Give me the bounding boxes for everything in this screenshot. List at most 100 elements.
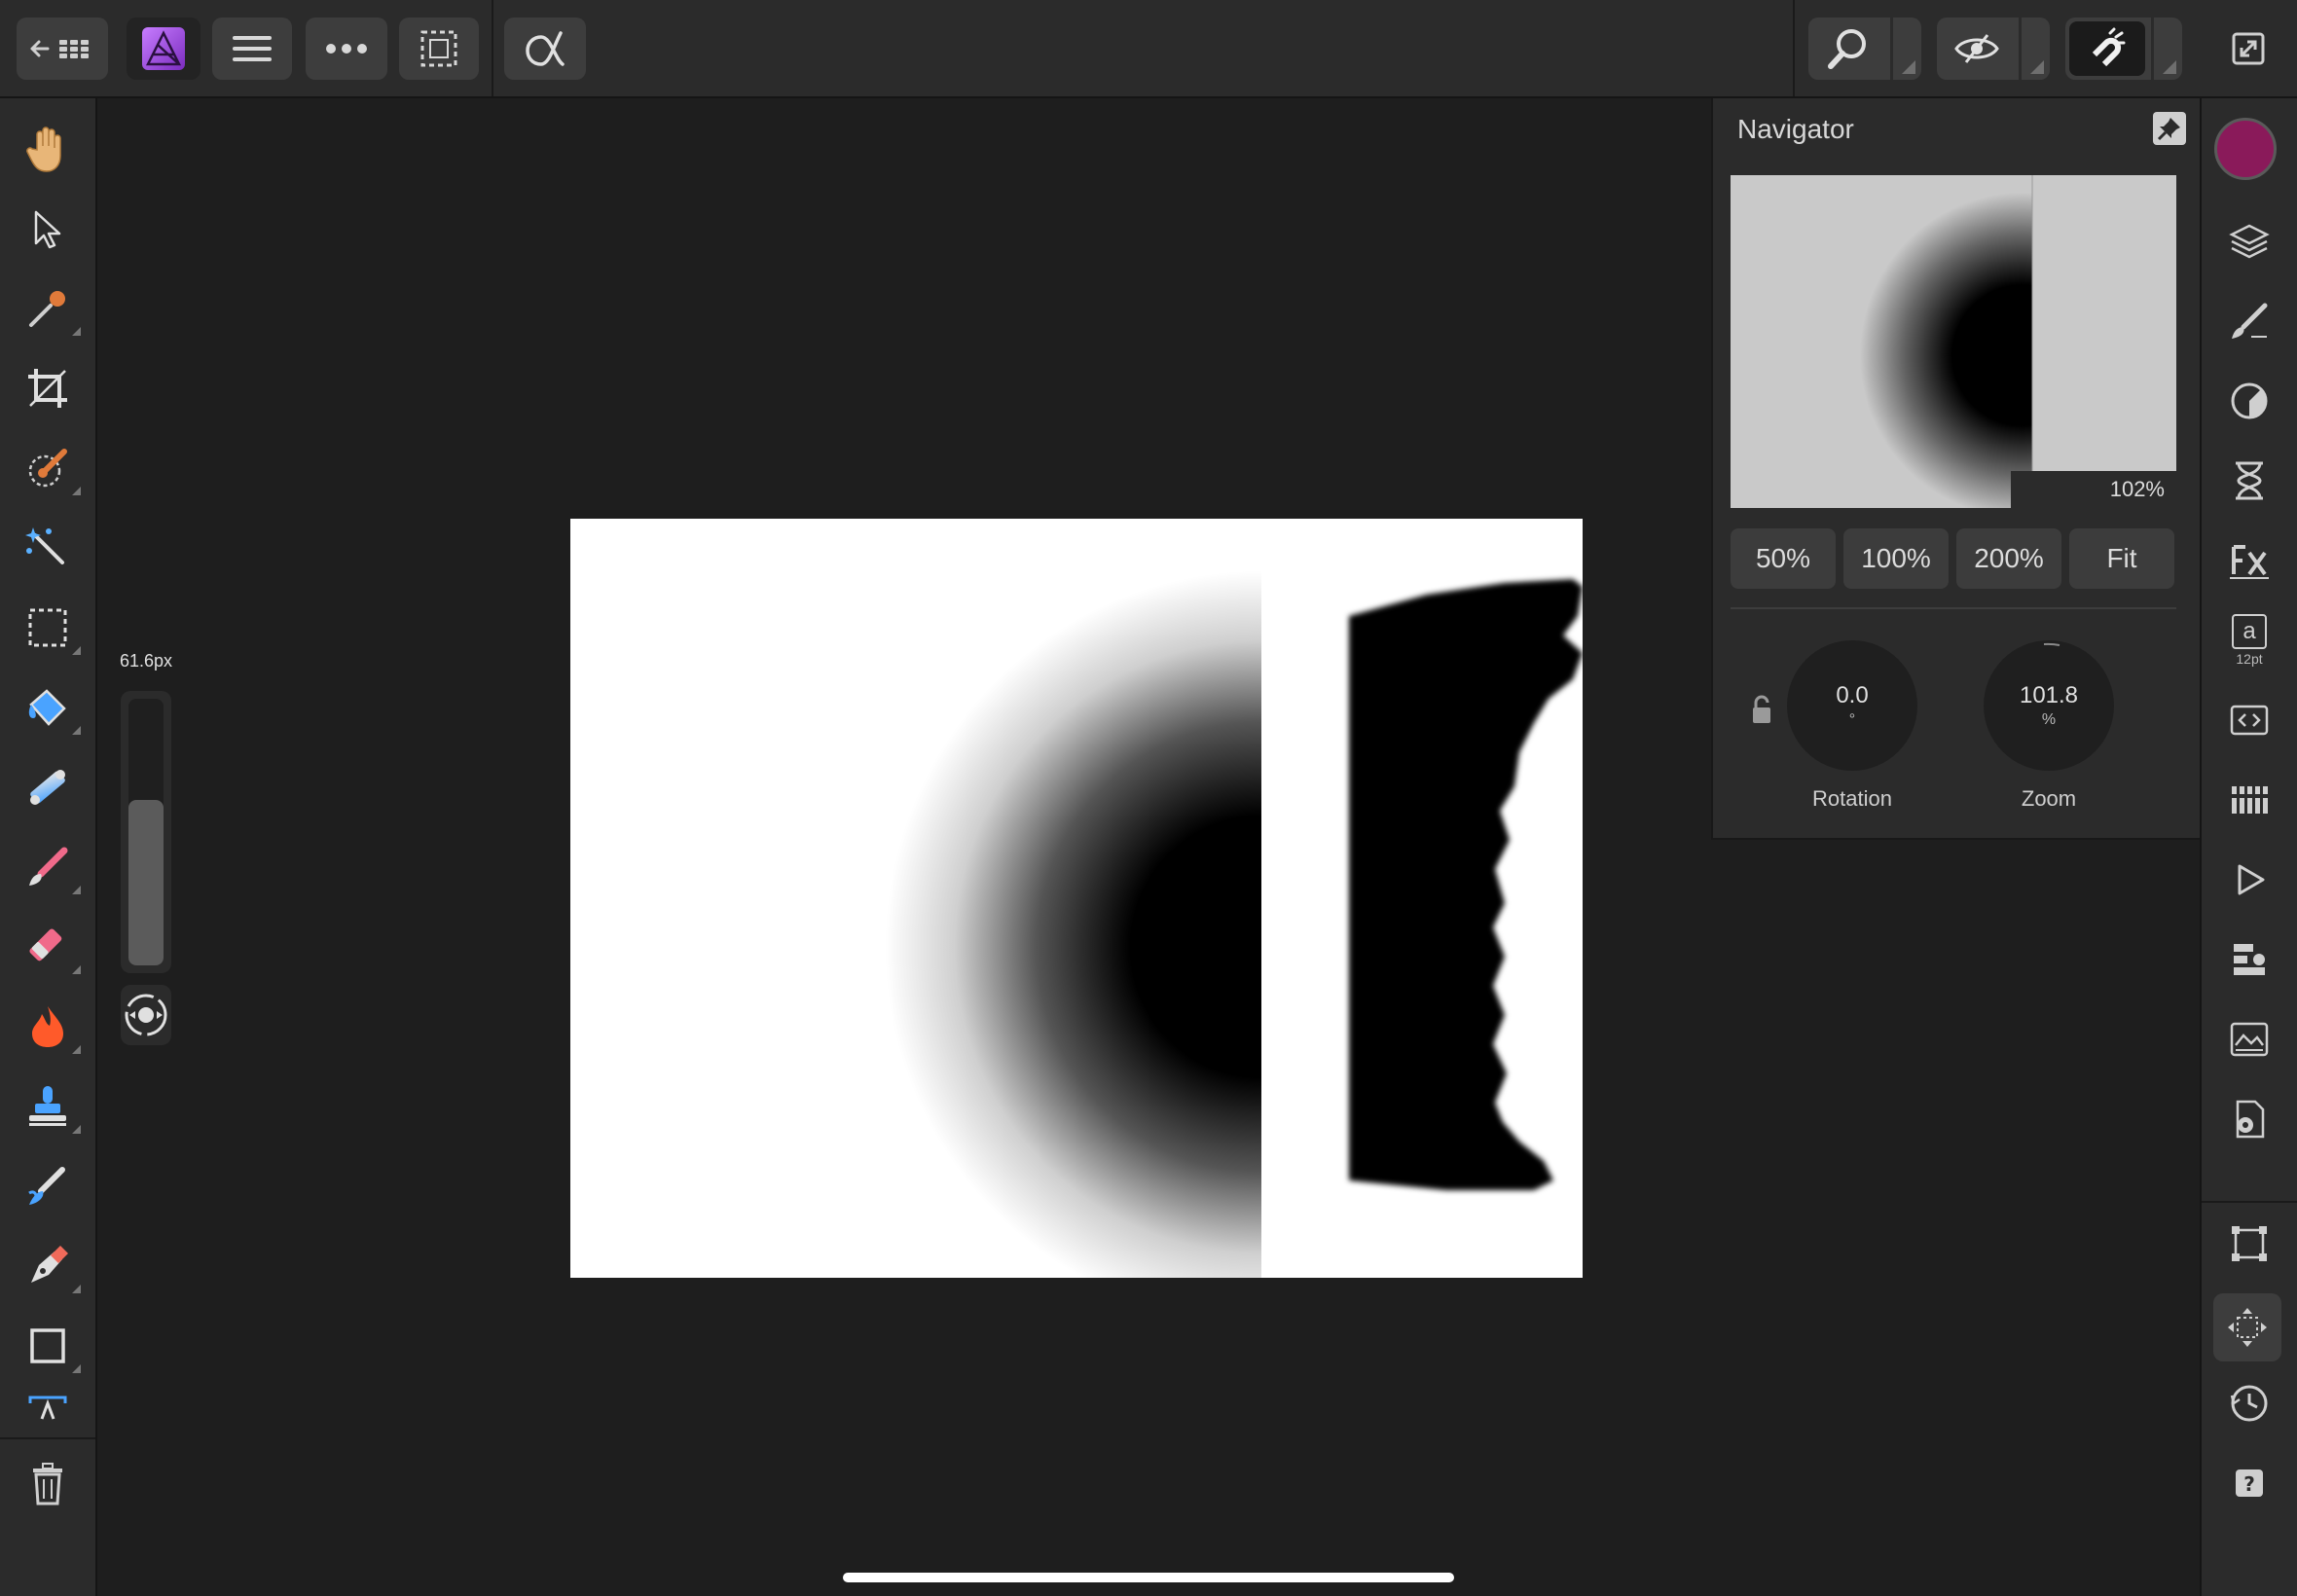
navigator-title: Navigator <box>1737 114 1854 144</box>
snapping-group[interactable] <box>2065 18 2182 80</box>
layers-studio-button[interactable] <box>2220 212 2279 271</box>
delete-button[interactable] <box>18 1455 77 1513</box>
eraser-tool[interactable] <box>18 918 81 976</box>
rotation-value: 0.0 <box>1836 682 1869 708</box>
flood-fill-icon <box>28 689 66 726</box>
view-eye-icon <box>1954 34 1999 63</box>
marquee-tool[interactable] <box>18 598 81 657</box>
adjustments-icon <box>2231 382 2268 419</box>
transform-icon <box>2232 1226 2267 1261</box>
macro-icon <box>2230 705 2269 736</box>
selection-brush-icon <box>28 449 67 488</box>
menu-button[interactable] <box>212 18 292 80</box>
alpha-button[interactable] <box>504 18 586 80</box>
clone-stamp-tool[interactable] <box>18 1077 81 1136</box>
channels-studio-button[interactable] <box>2220 771 2279 829</box>
svg-text:?: ? <box>2243 1472 2255 1496</box>
document-canvas[interactable] <box>570 519 1583 1278</box>
more-button[interactable] <box>306 18 387 80</box>
gradient-icon <box>30 770 65 805</box>
hand-icon <box>26 127 61 172</box>
color-swatch[interactable] <box>2214 118 2277 180</box>
color-picker-tool[interactable] <box>18 279 81 338</box>
pen-tool[interactable] <box>18 1237 81 1295</box>
magic-wand-tool[interactable] <box>18 519 77 577</box>
ellipsis-icon <box>326 44 367 54</box>
rectangle-tool[interactable] <box>18 1317 81 1375</box>
color-picker-icon <box>29 291 65 327</box>
top-toolbar <box>0 0 2297 98</box>
text-frame-tool[interactable] <box>18 1383 77 1424</box>
hamburger-icon <box>233 36 272 61</box>
text-styles-letter: a <box>2242 618 2256 644</box>
zoom-100-button[interactable]: 100% <box>1843 528 1949 589</box>
move-tool[interactable] <box>18 200 77 259</box>
pin-button[interactable] <box>2153 112 2186 145</box>
rotation-unit: ° <box>1848 711 1856 728</box>
history-clock-button[interactable] <box>2220 1374 2279 1433</box>
view-quality-group[interactable] <box>1937 18 2050 80</box>
macro-studio-button[interactable] <box>2220 691 2279 749</box>
rotation-lock-button[interactable] <box>1750 694 1773 725</box>
smudge-icon <box>28 1167 65 1205</box>
smudge-tool[interactable] <box>18 1157 77 1215</box>
transform-studio-button[interactable] <box>2220 1215 2279 1273</box>
burn-tool[interactable] <box>18 998 81 1056</box>
library-studio-button[interactable] <box>2220 1010 2279 1069</box>
play-icon <box>2238 864 2265 895</box>
hourglass-icon <box>2236 461 2263 500</box>
clock-icon <box>2230 1385 2268 1422</box>
zoom-fit-button[interactable]: Fit <box>2069 528 2174 589</box>
gradient-tool[interactable] <box>18 758 77 816</box>
channels-icon <box>2230 786 2271 814</box>
home-indicator[interactable] <box>843 1573 1454 1582</box>
clone-stamp-icon <box>29 1086 66 1126</box>
navigator-zoom-tag: 102% <box>2011 471 2176 508</box>
layers-icon <box>2229 224 2270 259</box>
back-arrow-grid-icon <box>30 40 89 58</box>
stock-studio-button[interactable] <box>2220 930 2279 989</box>
effects-studio-button[interactable] <box>2220 531 2279 590</box>
magic-wand-icon <box>25 527 64 564</box>
rotation-dial[interactable]: 0.0 ° <box>1787 640 1917 771</box>
move-studio-button[interactable] <box>2213 1293 2281 1361</box>
history-studio-button[interactable] <box>2220 452 2279 510</box>
brush-size-track <box>128 699 164 965</box>
brush-options-button[interactable] <box>121 985 171 1045</box>
brush-size-label: 61.6px <box>119 651 173 671</box>
brush-size-slider[interactable] <box>121 691 171 973</box>
text-styles-studio-button[interactable]: a 12pt <box>2220 611 2279 670</box>
back-to-gallery-button[interactable] <box>17 18 108 80</box>
fx-icon <box>2230 545 2269 579</box>
text-styles-size: 12pt <box>2236 651 2263 667</box>
zoom-200-button[interactable]: 200% <box>1956 528 2061 589</box>
navigator-preview[interactable]: 102% <box>1731 175 2176 508</box>
affinity-photo-logo[interactable] <box>127 18 201 80</box>
selection-button[interactable] <box>399 18 479 80</box>
expand-button[interactable] <box>2229 29 2268 68</box>
burn-icon <box>32 1006 63 1047</box>
zoom-50-button[interactable]: 50% <box>1731 528 1836 589</box>
adjustments-studio-button[interactable] <box>2220 372 2279 430</box>
brush-options-icon <box>125 994 167 1036</box>
text-styles-icon: a <box>2232 614 2267 649</box>
paint-brush-tool[interactable] <box>18 838 81 896</box>
flood-fill-tool[interactable] <box>18 678 81 737</box>
play-studio-button[interactable] <box>2220 851 2279 909</box>
eraser-icon <box>29 928 62 961</box>
trash-icon <box>33 1463 62 1505</box>
document-settings-button[interactable] <box>2220 1090 2279 1148</box>
zoom-dial[interactable]: 101.8 % <box>1984 640 2114 771</box>
document-settings-icon <box>2236 1100 2265 1139</box>
zoom-tool-group[interactable] <box>1808 18 1921 80</box>
zoom-label: Zoom <box>2021 786 2077 811</box>
brushes-studio-button[interactable] <box>2220 292 2279 350</box>
marquee-icon <box>28 608 67 647</box>
help-button[interactable]: ? <box>2220 1454 2279 1512</box>
crop-tool[interactable] <box>18 359 77 417</box>
brush-size-fill[interactable] <box>128 800 164 965</box>
hand-tool[interactable] <box>18 120 77 178</box>
pen-icon <box>31 1246 68 1283</box>
zoom-dial-tick <box>2043 642 2060 646</box>
selection-brush-tool[interactable] <box>18 439 81 497</box>
